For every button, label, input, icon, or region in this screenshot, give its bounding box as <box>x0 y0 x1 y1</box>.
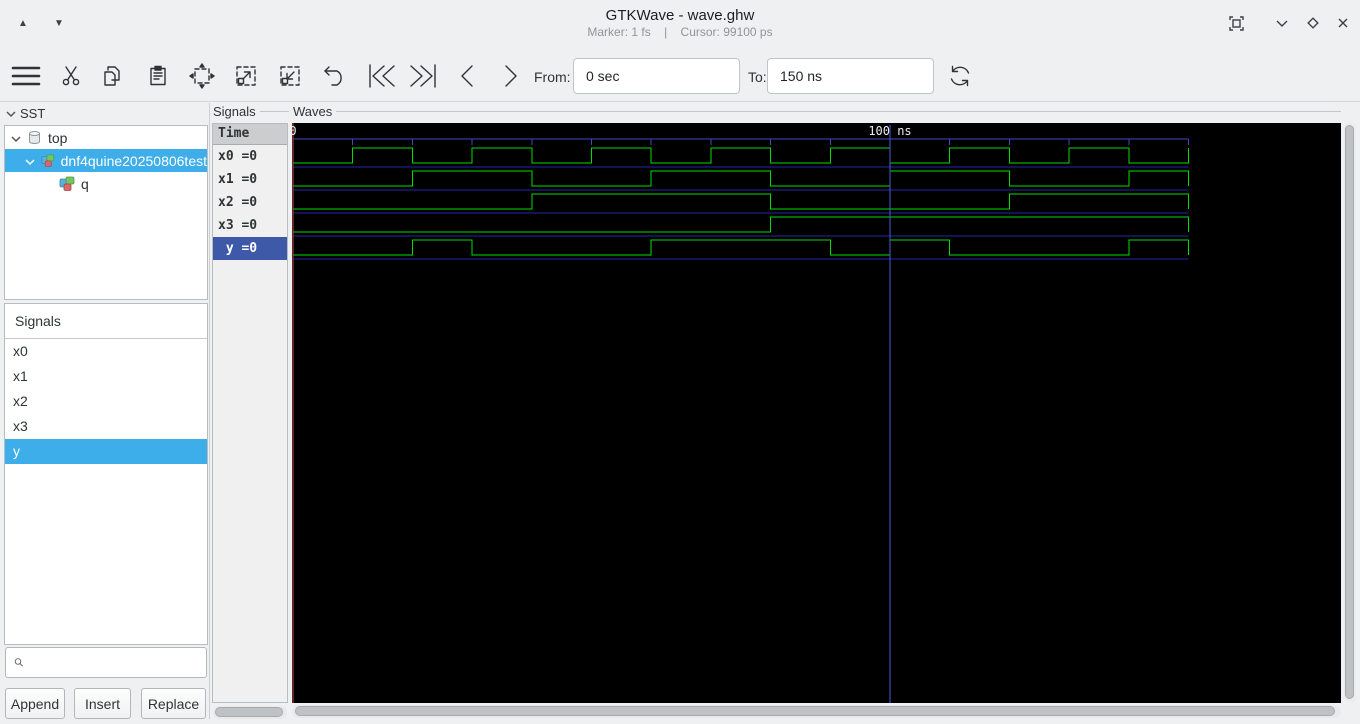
search-icon <box>14 658 23 667</box>
tree-node-label: q <box>81 175 89 192</box>
waves-vscrollbar[interactable] <box>1344 123 1356 703</box>
marker-status: Marker: 1 fs <box>587 25 651 39</box>
zoom-fit-icon <box>189 63 215 89</box>
fullscreen-icon <box>1228 15 1244 31</box>
waves-frame-label-text: Waves <box>293 104 333 119</box>
paste-button[interactable] <box>140 58 176 94</box>
signal-item-x1[interactable]: x1 <box>5 364 207 389</box>
wave-name-row-x1[interactable]: x1 =0 <box>213 168 287 191</box>
pane-splitter[interactable] <box>209 103 210 719</box>
next-edge-button[interactable] <box>493 58 529 94</box>
chevron-left-icon <box>461 65 473 87</box>
time-header: Time <box>213 124 287 145</box>
chevron-down-icon[interactable] <box>11 130 21 146</box>
wave-name-row-x3[interactable]: x3 =0 <box>213 214 287 237</box>
zoom-in-button[interactable] <box>228 58 264 94</box>
frame-rule <box>259 111 289 112</box>
prev-edge-button[interactable] <box>449 58 485 94</box>
search-input[interactable] <box>30 648 206 677</box>
tree-node-label: top <box>48 129 68 146</box>
signals-list: Signals x0 x1 x2 x3 y <box>4 303 208 645</box>
from-time-input[interactable] <box>573 58 740 94</box>
clipboard-icon <box>150 65 166 86</box>
status-divider: | <box>664 25 668 39</box>
wave-names-panel: Time x0 =0 x1 =0 x2 =0 x3 =0 y =0 <box>212 123 288 703</box>
append-button[interactable]: Append <box>5 688 65 719</box>
svg-text:100 ns: 100 ns <box>868 124 911 138</box>
tree-node-q[interactable]: q <box>5 172 207 195</box>
wave-name-row-y[interactable]: y =0 <box>213 237 287 260</box>
signal-item-x0[interactable]: x0 <box>5 339 207 364</box>
go-to-end-button[interactable] <box>406 58 442 94</box>
undo-button[interactable] <box>317 58 353 94</box>
cut-button[interactable] <box>53 58 89 94</box>
cursor-status: Cursor: 99100 ps <box>680 25 773 39</box>
tree-node-top[interactable]: top <box>5 126 207 149</box>
tree-node-label: dnf4quine20250806test <box>60 152 207 169</box>
signals-list-header: Signals <box>5 304 207 339</box>
from-label: From: <box>534 69 571 85</box>
sst-tree: top dnf4quine20250806test q <box>4 125 208 300</box>
menu-button[interactable] <box>8 58 44 94</box>
waveform-canvas[interactable]: 0 100 ns <box>292 123 1341 703</box>
zoom-out-icon <box>280 66 300 86</box>
svg-text:0: 0 <box>292 124 297 138</box>
names-hscrollbar[interactable] <box>213 706 287 719</box>
minimize-button[interactable] <box>1268 11 1296 35</box>
zoom-fit-button[interactable] <box>184 58 220 94</box>
status-line: Marker: 1 fs | Cursor: 99100 ps <box>0 25 1360 39</box>
names-hscrollbar-thumb[interactable] <box>215 707 283 717</box>
waves-frame-label: Waves <box>293 104 1341 119</box>
waves-hscrollbar-thumb[interactable] <box>295 706 1335 716</box>
diamond-icon <box>1307 17 1319 29</box>
close-button[interactable] <box>1329 11 1357 35</box>
skip-to-start-icon <box>369 64 395 88</box>
database-icon <box>29 131 40 144</box>
chevron-down-icon <box>1276 20 1288 27</box>
chevron-right-icon <box>505 65 517 87</box>
tree-node-dnf4quine[interactable]: dnf4quine20250806test <box>5 149 207 172</box>
waves-vscrollbar-thumb[interactable] <box>1345 125 1354 699</box>
hamburger-menu-icon <box>11 66 41 86</box>
module-icon <box>41 154 55 167</box>
replace-button[interactable]: Replace <box>141 688 206 719</box>
undo-arrow-icon <box>324 66 342 86</box>
copy-button[interactable] <box>96 58 132 94</box>
zoom-out-button[interactable] <box>272 58 308 94</box>
zoom-in-icon <box>236 66 256 86</box>
go-to-start-button[interactable] <box>363 58 399 94</box>
titlebar: ▲ ▼ GTKWave - wave.ghw Marker: 1 fs | Cu… <box>0 0 1360 46</box>
names-frame-label-text: Signals <box>213 104 256 119</box>
names-frame-label: Signals <box>213 104 289 119</box>
sst-expander[interactable]: SST <box>6 104 45 122</box>
chevron-down-icon <box>6 106 16 121</box>
close-icon <box>1338 18 1348 28</box>
scissors-icon <box>62 66 80 86</box>
insert-button[interactable]: Insert <box>74 688 131 719</box>
chevron-down-icon[interactable] <box>25 153 35 169</box>
signal-item-y[interactable]: y <box>5 439 207 464</box>
fullscreen-button[interactable] <box>1222 11 1250 35</box>
reload-icon <box>950 65 970 87</box>
to-time-input[interactable] <box>767 58 934 94</box>
window-title: GTKWave - wave.ghw <box>605 7 755 24</box>
copy-icon <box>104 66 120 86</box>
waveform-area[interactable]: 0 100 ns <box>292 123 1341 703</box>
signal-search[interactable] <box>5 647 207 678</box>
signal-item-x2[interactable]: x2 <box>5 389 207 414</box>
module-icon <box>59 176 75 191</box>
waves-hscrollbar[interactable] <box>292 705 1341 718</box>
frame-rule <box>336 111 1341 112</box>
skip-to-end-icon <box>410 64 436 88</box>
wave-name-row-x2[interactable]: x2 =0 <box>213 191 287 214</box>
sst-label: SST <box>20 105 46 121</box>
wave-name-row-x0[interactable]: x0 =0 <box>213 145 287 168</box>
signal-item-x3[interactable]: x3 <box>5 414 207 439</box>
reload-button[interactable] <box>942 58 978 94</box>
maximize-button[interactable] <box>1299 11 1327 35</box>
to-label: To: <box>748 69 767 85</box>
